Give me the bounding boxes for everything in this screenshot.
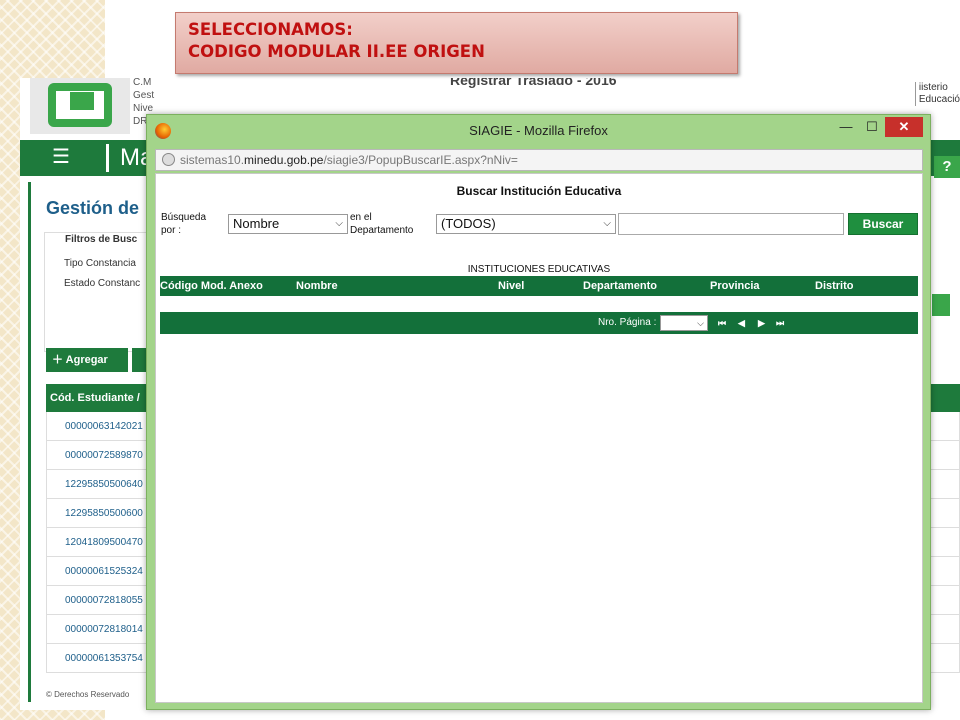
next-page-icon[interactable]: ▶: [758, 312, 765, 334]
footer-copyright: © Derechos Reservado: [46, 690, 130, 699]
chevron-down-icon: ⌵: [603, 218, 611, 229]
buscar-button[interactable]: Buscar: [848, 213, 918, 235]
col-nivel[interactable]: Nivel: [498, 276, 524, 296]
firefox-popup-window: SIAGIE - Mozilla Firefox — ☐ ✕ sistemas1…: [146, 114, 931, 710]
pager-bar: Nro. Página : ⌵ ⏮ ◀ ▶ ⏭: [160, 312, 918, 334]
departamento-select[interactable]: (TODOS) ⌵: [436, 214, 616, 234]
help-button[interactable]: ?: [934, 156, 960, 178]
first-page-icon[interactable]: ⏮: [718, 312, 726, 334]
instituciones-table-header: Código Mod. Anexo Nombre Nivel Departame…: [160, 276, 918, 296]
gestion-title: Gestión de: [46, 198, 140, 218]
minimize-icon[interactable]: —: [833, 117, 859, 137]
siagie-logo: [30, 78, 130, 134]
col-departamento[interactable]: Departamento: [583, 276, 657, 296]
agregar-button[interactable]: ＋ Agregar: [46, 348, 128, 372]
ministerio-logo: iisterio Educació: [914, 82, 960, 106]
side-green-button[interactable]: [932, 294, 950, 316]
pager-label: Nro. Página :: [598, 317, 657, 328]
window-titlebar[interactable]: SIAGIE - Mozilla Firefox — ☐ ✕: [147, 115, 930, 147]
toolbar-button[interactable]: [132, 348, 146, 372]
globe-icon: [162, 153, 175, 166]
busqueda-label: Búsqueda por :: [161, 212, 207, 236]
instituciones-title: INSTITUCIONES EDUCATIVAS: [467, 264, 611, 275]
filtro-estado-constancia: Estado Constanc: [64, 278, 141, 289]
departamento-label: en el Departamento: [350, 212, 414, 236]
col-nombre[interactable]: Nombre: [296, 276, 338, 296]
col-distrito[interactable]: Distrito: [815, 276, 854, 296]
search-input[interactable]: [618, 213, 844, 235]
callout-line-2: CODIGO MODULAR II.EE ORIGEN: [188, 42, 485, 61]
busqueda-select[interactable]: Nombre ⌵: [228, 214, 348, 234]
callout-line-1: SELECCIONAMOS:: [188, 20, 353, 39]
menu-icon[interactable]: ☰: [52, 144, 70, 169]
filtros-title: Filtros de Busc: [65, 234, 138, 245]
window-title: SIAGIE - Mozilla Firefox: [469, 123, 608, 138]
address-bar[interactable]: sistemas10.minedu.gob.pe/siagie3/PopupBu…: [155, 149, 923, 171]
page-title: Buscar Institución Educativa: [456, 184, 622, 198]
col-codigo[interactable]: Código Mod. Anexo: [160, 276, 263, 296]
close-icon[interactable]: ✕: [885, 117, 923, 137]
col-provincia[interactable]: Provincia: [710, 276, 760, 296]
chevron-down-icon: ⌵: [335, 218, 343, 229]
page-select[interactable]: ⌵: [660, 315, 708, 331]
prev-page-icon[interactable]: ◀: [738, 312, 745, 334]
popup-content: Buscar Institución Educativa Búsqueda por…: [155, 173, 923, 703]
filtro-tipo-constancia: Tipo Constancia: [64, 258, 136, 269]
instruction-callout: SELECCIONAMOS: CODIGO MODULAR II.EE ORIG…: [175, 12, 738, 74]
last-page-icon[interactable]: ⏭: [776, 312, 784, 334]
header-title: Registrar Traslado - 2016: [450, 78, 617, 88]
chevron-down-icon: ⌵: [697, 318, 704, 328]
maximize-icon[interactable]: ☐: [859, 117, 885, 137]
